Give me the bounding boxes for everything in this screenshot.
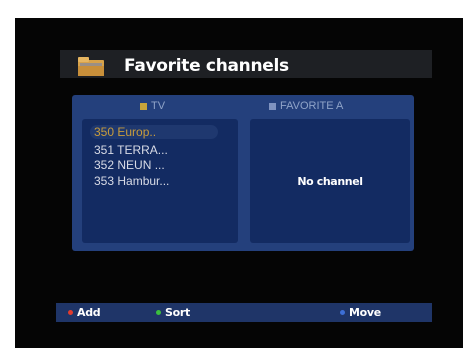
tv-column-header: TV	[140, 98, 190, 114]
sort-button[interactable]: Sort	[156, 303, 190, 322]
add-button[interactable]: Add	[68, 303, 101, 322]
favorite-column-header: FAVORITE A	[269, 98, 389, 114]
green-key-icon	[156, 310, 161, 315]
empty-favorite-message: No channel	[297, 175, 363, 188]
channel-item[interactable]: 353 Hambur...	[94, 174, 224, 188]
channel-item-selected[interactable]: 350 Europ..	[90, 125, 218, 139]
blue-key-icon	[340, 310, 345, 315]
tv-column-label: TV	[151, 100, 166, 112]
favorite-column-label: FAVORITE A	[280, 100, 344, 112]
add-label: Add	[77, 306, 101, 319]
move-label: Move	[349, 306, 381, 319]
favorite-icon	[269, 102, 276, 110]
folder-icon	[76, 54, 106, 78]
sort-label: Sort	[165, 306, 190, 319]
move-button[interactable]: Move	[340, 303, 381, 322]
channel-item[interactable]: 352 NEUN ...	[94, 158, 224, 172]
tv-icon	[140, 102, 147, 110]
page-title: Favorite channels	[124, 56, 289, 76]
red-key-icon	[68, 310, 73, 315]
channel-item[interactable]: 351 TERRA...	[94, 143, 224, 157]
